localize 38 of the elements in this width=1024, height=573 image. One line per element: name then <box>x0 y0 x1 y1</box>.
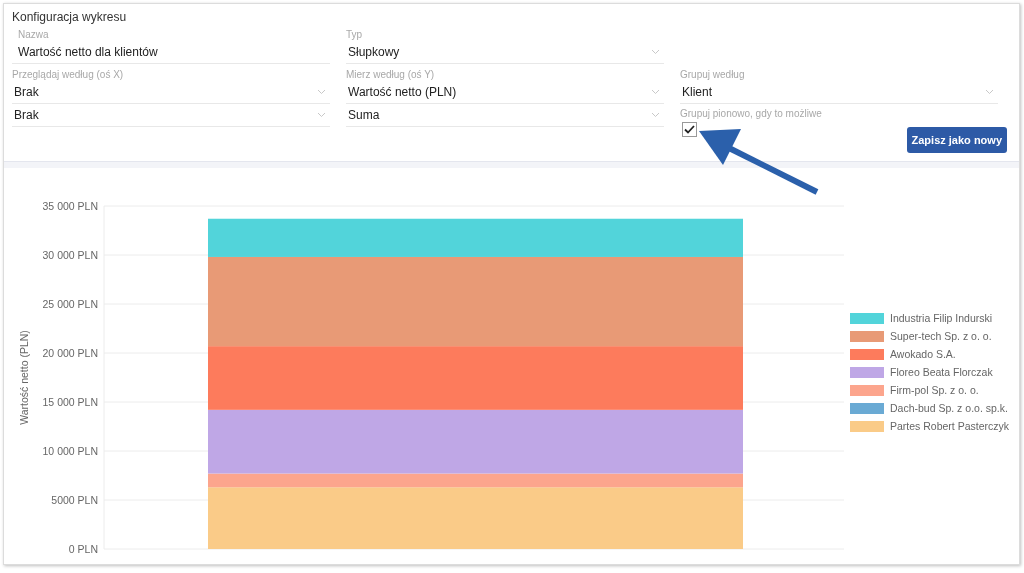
select-field[interactable]: Wartość netto (PLN) <box>346 81 664 104</box>
chevron-down-icon <box>651 89 660 95</box>
chevron-down-icon <box>317 89 326 95</box>
legend-label: Partes Robert Pasterczyk <box>890 420 1010 432</box>
axis-tick-label: 20 000 PLN <box>42 347 98 359</box>
save-as-new-button[interactable]: Zapisz jako nowy <box>906 127 1007 153</box>
legend-label: Super-tech Sp. z o. o. <box>890 330 992 342</box>
legend-label: Dach-bud Sp. z o.o. sp.k. <box>890 402 1008 414</box>
axis-tick-label: 5000 PLN <box>51 494 98 506</box>
field-label: Grupuj według <box>680 68 746 81</box>
axis-tick-label: 10 000 PLN <box>42 445 98 457</box>
field-label: Mierz według (oś Y) <box>346 68 436 81</box>
select-field[interactable]: Brak <box>12 81 330 104</box>
axis-tick-label: 0 PLN <box>68 543 98 555</box>
input-field[interactable]: Wartość netto dla klientów <box>12 41 330 64</box>
legend-label: Floreo Beata Florczak <box>890 366 993 378</box>
select-field[interactable]: Brak <box>12 104 330 127</box>
field-label: Nazwa <box>18 28 50 41</box>
axis-tick-label: 30 000 PLN <box>42 249 98 261</box>
field-label: Typ <box>346 28 364 41</box>
chevron-down-icon <box>651 49 660 55</box>
legend-label: Industria Filip Indurski <box>890 312 993 324</box>
field-label: Przeglądaj według (oś X) <box>12 68 125 81</box>
axis-tick-label: 15 000 PLN <box>42 396 98 408</box>
select-field[interactable]: Klient <box>680 81 998 104</box>
chevron-down-icon <box>317 112 326 118</box>
legend-label: Awokado S.A. <box>890 348 956 360</box>
legend-label: Firm-pol Sp. z o. o. <box>890 384 979 396</box>
select-field[interactable]: Suma <box>346 104 664 127</box>
select-field[interactable]: Słupkowy <box>346 41 664 64</box>
axis-tick-label: 35 000 PLN <box>42 200 98 212</box>
panel-title: Konfiguracja wykresu <box>12 10 128 24</box>
chevron-down-icon <box>651 112 660 118</box>
checkbox[interactable] <box>682 122 697 137</box>
axis-title: Wartość netto (PLN) <box>18 330 30 425</box>
chevron-down-icon <box>985 89 994 95</box>
checkbox-label: Grupuj pionowo, gdy to możliwe <box>680 107 823 120</box>
axis-tick-label: 25 000 PLN <box>42 298 98 310</box>
